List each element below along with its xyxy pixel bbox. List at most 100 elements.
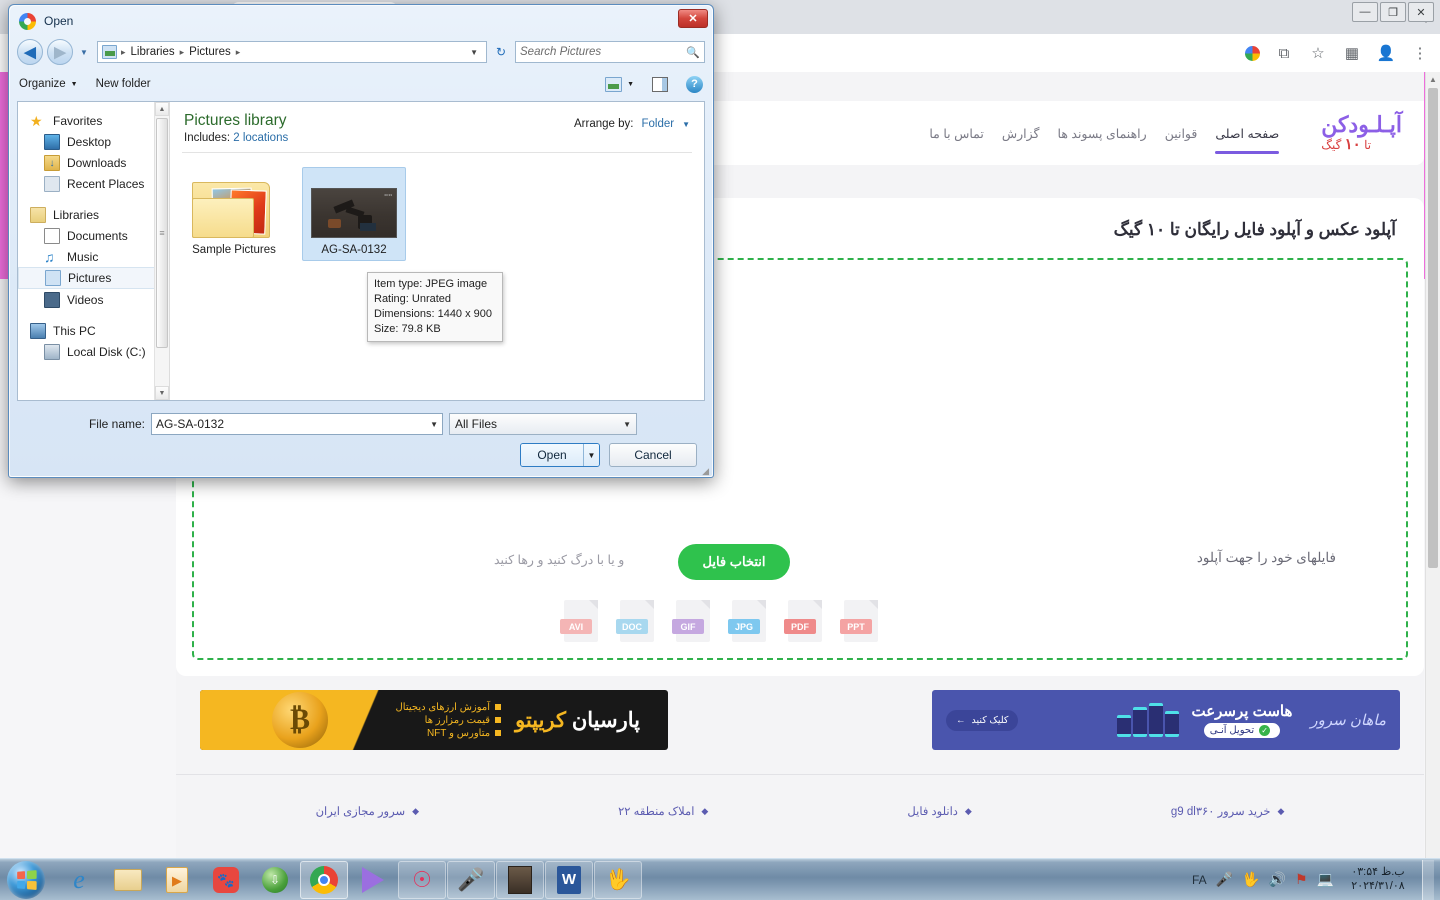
taskbar-file-explorer-icon[interactable] [104, 861, 152, 899]
minimize-button[interactable]: — [1352, 2, 1378, 22]
refresh-icon[interactable]: ↻ [491, 41, 511, 63]
start-button[interactable] [3, 860, 49, 900]
arrange-by-control[interactable]: Arrange by: Folder ▼ [574, 112, 690, 130]
breadcrumb-dropdown-icon[interactable]: ▼ [470, 48, 482, 57]
organize-button[interactable]: Organize ▼ [19, 78, 78, 90]
footer-link-download[interactable]: ◆ دانلود فایل [907, 804, 971, 819]
resize-grip-icon[interactable]: ◢ [702, 466, 709, 477]
nav-item-report[interactable]: گزارش [1002, 101, 1040, 165]
new-folder-button[interactable]: New folder [96, 78, 151, 90]
footer-link-server[interactable]: ◆ خرید سرور g9 dl۳۶۰ [1171, 804, 1285, 819]
sidebar-group-favorites: ★ Favorites Desktop ↓ Downloads Recent P… [18, 110, 169, 194]
kebab-menu-icon[interactable]: ⋮ [1410, 43, 1430, 63]
sidebar-item-downloads[interactable]: ↓ Downloads [18, 152, 169, 173]
ad-hosting-cta-button[interactable]: کلیک کنید ← [946, 709, 1019, 731]
nav-item-rules[interactable]: قوانین [1165, 101, 1198, 165]
filename-value: AG-SA-0132 [156, 417, 225, 431]
preview-pane-icon[interactable] [652, 76, 668, 92]
site-logo[interactable]: آپـلـودکن تا ۱۰ گیگ [1321, 112, 1402, 154]
scroll-up-arrow-icon[interactable]: ▲ [1426, 72, 1440, 87]
taskbar-media-player-icon[interactable]: ▶ [153, 861, 201, 899]
taskbar-internet-explorer-icon[interactable]: e [55, 861, 103, 899]
nav-item-contact[interactable]: تماس با ما [929, 101, 984, 165]
taskbar-microphone-app-icon[interactable]: 🎤 [447, 860, 495, 899]
clock[interactable]: ۰۳:۵۴ ب.ظ ۲۰۲۴/۳۱/۰۸ [1343, 866, 1413, 894]
tagline-prefix: تا [1364, 137, 1372, 152]
sidebar-item-this-pc[interactable]: This PC [18, 320, 169, 341]
chevron-down-icon[interactable]: ▼ [430, 420, 438, 429]
dialog-titlebar[interactable]: Open [9, 5, 713, 37]
sidebar-item-music[interactable]: ♫ Music [18, 246, 169, 267]
ad-banner-crypto[interactable]: ₿ پارسیان کریپتو آموزش ارزهای دیجیتال قی… [200, 690, 668, 750]
taskbar-paw-app-icon[interactable]: 🐾 [202, 861, 250, 899]
breadcrumb[interactable]: ▸ Libraries ▸ Pictures ▸ ▼ [97, 41, 487, 63]
enamad-trust-badge[interactable]: e eNAMAD.ir [1290, 840, 1386, 858]
choose-file-button[interactable]: انتخاب فایل [678, 544, 790, 580]
nav-item-extensions-guide[interactable]: راهنمای پسوند ها [1058, 101, 1147, 165]
file-list-pane[interactable]: Pictures library Includes: 2 locations A… [170, 102, 704, 400]
file-type-filter-select[interactable]: All Files ▼ [449, 413, 637, 435]
taskbar-google-chrome-icon[interactable] [300, 860, 348, 899]
library-title: Pictures library [184, 112, 287, 129]
sidebar-item-local-disk-c[interactable]: Local Disk (C:) [18, 341, 169, 362]
taskbar-video-converter-icon[interactable] [349, 861, 397, 899]
owl-icon[interactable]: 🖖 [1242, 871, 1259, 888]
nav-item-home[interactable]: صفحه اصلی [1215, 101, 1279, 165]
show-desktop-button[interactable] [1422, 859, 1434, 900]
breadcrumb-pictures[interactable]: Pictures [188, 46, 232, 58]
taskbar-photo-viewer-icon[interactable] [496, 860, 544, 899]
scrollbar-thumb[interactable] [156, 118, 168, 348]
sidebar-item-pictures[interactable]: Pictures [18, 267, 169, 289]
taskbar-red-loop-app-icon[interactable]: ☉ [398, 860, 446, 899]
taskbar-internet-download-manager-icon[interactable]: ⇩ [251, 861, 299, 899]
open-button[interactable]: Open [521, 444, 583, 466]
filename-input[interactable]: AG-SA-0132 ▼ [151, 413, 443, 435]
file-item-ag-sa-0132[interactable]: 00:33 AG-SA-0132 [302, 167, 406, 261]
page-scrollbar[interactable]: ▲ [1425, 72, 1440, 858]
breadcrumb-libraries[interactable]: Libraries [130, 46, 176, 58]
sidebar-item-favorites[interactable]: ★ Favorites [18, 110, 169, 131]
taskbar-microsoft-word-icon[interactable]: W [545, 860, 593, 899]
profile-icon[interactable]: 👤 [1376, 43, 1396, 63]
microphone-icon[interactable]: 🎤 [1216, 871, 1233, 888]
network-error-icon[interactable]: ⚑ [1295, 871, 1308, 888]
sidebar-scrollbar[interactable]: ▲ ▼ [154, 102, 169, 400]
footer-link-realestate[interactable]: ◆ املاک منطقه ۲۲ [618, 804, 708, 819]
help-icon[interactable]: ? [686, 75, 703, 93]
taskbar-teal-owl-app-icon[interactable]: 🖖 [594, 860, 642, 899]
sidebar-item-desktop[interactable]: Desktop [18, 131, 169, 152]
share-icon[interactable]: ⧉ [1274, 43, 1294, 63]
close-window-button[interactable]: ✕ [1408, 2, 1434, 22]
footer-link-list: ◆ خرید سرور g9 dl۳۶۰ ◆ دانلود فایل ◆ امل… [176, 804, 1424, 819]
maximize-button[interactable]: ❐ [1380, 2, 1406, 22]
side-panel-icon[interactable]: ▦ [1342, 43, 1362, 63]
volume-icon[interactable]: 🔊 [1269, 871, 1286, 888]
sidebar-item-recent-places[interactable]: Recent Places [18, 173, 169, 194]
libraries-icon [30, 206, 46, 223]
footer-link-vps[interactable]: ◆ سرور مجازی ایران [316, 804, 419, 819]
history-dropdown-icon[interactable]: ▼ [77, 48, 91, 57]
scrollbar-thumb[interactable] [1428, 88, 1438, 568]
cancel-button[interactable]: Cancel [609, 443, 697, 467]
includes-locations-link[interactable]: 2 locations [233, 132, 288, 144]
footer-link-label: املاک منطقه ۲۲ [618, 806, 695, 818]
sidebar-item-documents[interactable]: Documents [18, 225, 169, 246]
language-indicator[interactable]: FA [1192, 873, 1207, 887]
sidebar-item-videos[interactable]: Videos [18, 289, 169, 310]
file-item-sample-pictures[interactable]: Sample Pictures [182, 167, 286, 261]
back-button[interactable]: ◀ [17, 39, 43, 65]
bookmark-star-icon[interactable]: ☆ [1308, 43, 1328, 63]
forward-button[interactable]: ▶ [47, 39, 73, 65]
open-file-dialog: Open ✕ ◀ ▶ ▼ ▸ Libraries ▸ Pictures ▸ ▼ … [8, 4, 714, 478]
google-icon[interactable] [1245, 45, 1260, 61]
scroll-down-arrow-icon[interactable]: ▼ [155, 386, 169, 400]
dialog-close-button[interactable]: ✕ [678, 9, 708, 28]
search-input[interactable]: Search Pictures 🔍 [515, 41, 705, 63]
change-view-button[interactable]: ▼ [605, 76, 634, 92]
scroll-up-arrow-icon[interactable]: ▲ [155, 102, 169, 116]
action-center-icon[interactable]: 💻 [1317, 871, 1334, 888]
sidebar-item-libraries[interactable]: Libraries [18, 204, 169, 225]
file-item-label: Sample Pictures [192, 244, 276, 256]
open-dropdown-button[interactable]: ▼ [583, 444, 599, 466]
ad-banner-hosting[interactable]: ماهان سرور هاست پرسرعت ✓ تحویل آنـی کلیک… [932, 690, 1400, 750]
